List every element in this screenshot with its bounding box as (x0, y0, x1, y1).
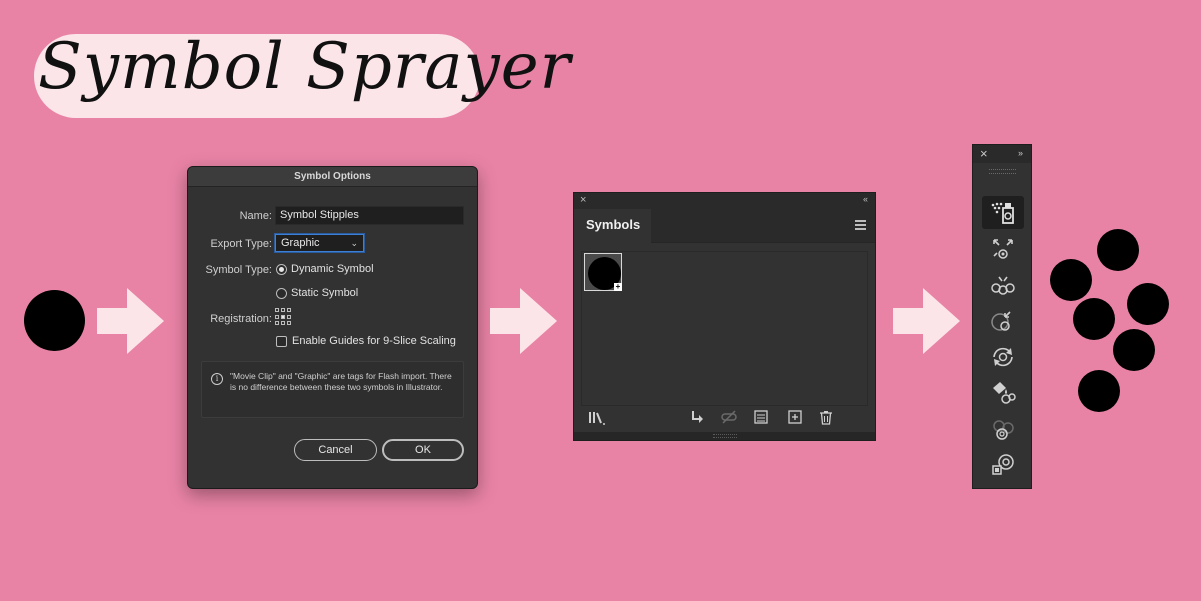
name-field[interactable]: Symbol Stipples (275, 206, 464, 225)
symbol-shifter-tool[interactable] (982, 232, 1024, 265)
panel-menu-icon[interactable] (855, 220, 866, 232)
tab-symbols[interactable]: Symbols (574, 209, 651, 243)
cancel-button[interactable]: Cancel (294, 439, 377, 461)
symbol-sprayer-icon (991, 202, 1014, 224)
export-type-label: Export Type: (210, 238, 272, 250)
plus-badge-icon: + (614, 282, 622, 291)
chevron-down-icon: ⌄ (350, 238, 358, 248)
single-dot (24, 290, 85, 351)
close-icon[interactable]: × (980, 146, 988, 161)
arrow-right-icon (893, 288, 960, 354)
symbol-stainer-tool[interactable] (982, 376, 1024, 409)
symbol-shifter-icon (993, 239, 1013, 259)
sprayed-dot (1073, 298, 1115, 340)
radio-selected-icon (276, 263, 287, 275)
delete-icon[interactable] (819, 410, 833, 425)
toolbar-grip[interactable] (989, 169, 1016, 174)
symbol-scruncher-icon (991, 276, 1015, 295)
libraries-icon[interactable] (588, 410, 608, 426)
symbol-screener-icon (993, 420, 1014, 440)
symbolism-tools-toolbar: × ›› (972, 144, 1032, 489)
symbol-spinner-icon (993, 347, 1013, 367)
collapse-icon[interactable]: ‹‹ (863, 194, 868, 204)
symbol-options-icon[interactable] (754, 410, 768, 424)
symbols-grid: + (581, 251, 868, 406)
sprayed-dot (1127, 283, 1169, 325)
symbol-type-label: Symbol Type: (205, 264, 272, 276)
new-symbol-icon[interactable] (788, 410, 802, 424)
name-label: Name: (239, 210, 272, 222)
break-link-icon[interactable] (720, 410, 738, 424)
symbol-sprayer-tool[interactable] (982, 196, 1024, 229)
static-symbol-label: Static Symbol (291, 287, 359, 299)
sprayed-dot (1097, 229, 1139, 271)
symbol-sizer-icon (991, 311, 1011, 331)
registration-label: Registration: (210, 313, 272, 325)
info-text: "Movie Clip" and "Graphic" are tags for … (230, 371, 452, 392)
arrow-right-icon (490, 288, 557, 354)
page-title: Symbol Sprayer (38, 30, 572, 104)
export-type-value: Graphic (281, 237, 320, 249)
symbol-styler-icon (992, 454, 1014, 475)
symbol-screener-tool[interactable] (982, 412, 1024, 445)
sprayed-dot (1113, 329, 1155, 371)
sprayed-dot (1078, 370, 1120, 412)
symbol-options-dialog: Symbol Options Name: Symbol Stipples Exp… (187, 166, 478, 489)
close-icon[interactable]: × (580, 194, 586, 206)
panel-tabbar: Symbols (574, 209, 875, 243)
info-icon: i (211, 373, 223, 385)
symbol-spinner-tool[interactable] (982, 340, 1024, 373)
symbol-styler-tool[interactable] (982, 448, 1024, 481)
toolbar-titlebar: × ›› (973, 145, 1031, 163)
symbol-scruncher-tool[interactable] (982, 268, 1024, 301)
checkbox-icon (276, 335, 287, 347)
dialog-title: Symbol Options (188, 167, 477, 187)
registration-point-grid[interactable] (275, 308, 293, 326)
dynamic-symbol-label: Dynamic Symbol (291, 263, 374, 275)
radio-unselected-icon (276, 287, 287, 299)
sprayed-dot (1050, 259, 1092, 301)
symbol-sizer-tool[interactable] (982, 304, 1024, 337)
panel-resize-bar[interactable] (574, 432, 875, 440)
symbol-stainer-icon (993, 382, 1016, 404)
symbol-thumbnail[interactable]: + (584, 253, 622, 291)
nine-slice-label: Enable Guides for 9-Slice Scaling (292, 335, 456, 347)
panel-footer (574, 407, 875, 433)
export-type-select[interactable]: Graphic ⌄ (275, 234, 364, 252)
dynamic-symbol-radio[interactable]: Dynamic Symbol (276, 263, 374, 275)
ok-button[interactable]: OK (382, 439, 464, 461)
place-symbol-icon[interactable] (690, 410, 704, 424)
panel-titlebar: × ‹‹ (574, 193, 875, 209)
info-box: i "Movie Clip" and "Graphic" are tags fo… (201, 361, 464, 418)
static-symbol-radio[interactable]: Static Symbol (276, 287, 358, 299)
expand-icon[interactable]: ›› (1018, 148, 1023, 158)
symbols-panel: × ‹‹ Symbols + (573, 192, 876, 441)
arrow-right-icon (97, 288, 164, 354)
nine-slice-checkbox[interactable]: Enable Guides for 9-Slice Scaling (276, 335, 456, 347)
